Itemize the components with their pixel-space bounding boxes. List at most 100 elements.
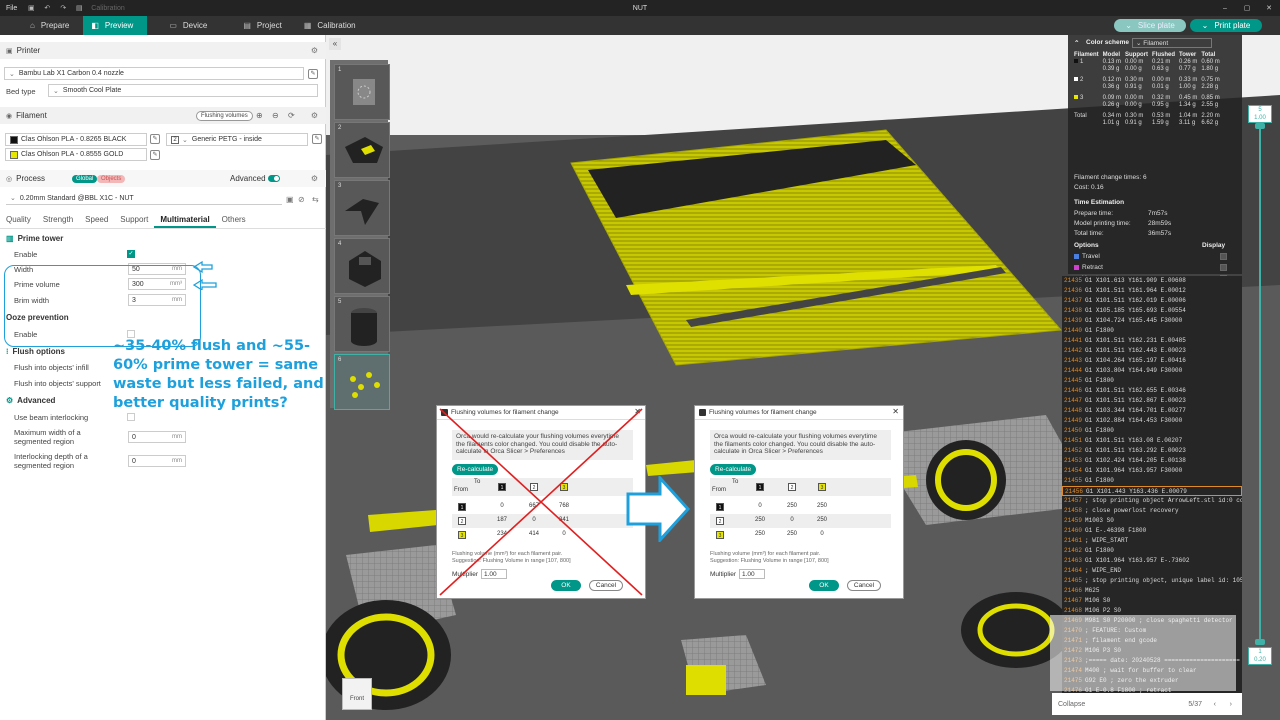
collapse-legend-icon[interactable]: ⌃ <box>1074 39 1079 47</box>
tab-quality[interactable]: Quality <box>0 213 37 228</box>
flush-volume-cell[interactable]: 250 <box>750 531 770 537</box>
tab-project[interactable]: ▤ Project <box>235 16 295 35</box>
prev-icon[interactable]: ‹ <box>1214 701 1216 708</box>
3d-viewport[interactable]: « 1 2 3 4 5 6 ⌃ Color scheme ⌄ Filament … <box>326 35 1280 720</box>
filament-usage-row: 2 0.12 m 0.36 g 0.30 m 0.91 g 0.00 m 0.01 g 0.3… <box>1072 77 1222 91</box>
collapse-sidebar-button[interactable]: « <box>329 38 341 50</box>
layer-slider[interactable]: 5 1.00 1 0.20 <box>1246 105 1276 665</box>
file-menu[interactable]: File <box>0 5 23 12</box>
tab-support[interactable]: Support <box>114 213 154 228</box>
compare-icon[interactable]: ⇆ <box>312 195 319 204</box>
filament-change-times: Filament change times: 6 <box>1074 174 1147 181</box>
printer-select[interactable]: ⌄ Bambu Lab X1 Carbon 0.4 nozzle <box>4 67 304 80</box>
legend-option[interactable]: Travel <box>1074 253 1234 260</box>
save-icon[interactable]: ▣ <box>23 4 39 12</box>
red-cross-mark <box>439 408 643 596</box>
tab-multimaterial[interactable]: Multimaterial <box>154 213 216 228</box>
collapse-button[interactable]: Collapse <box>1058 701 1085 708</box>
bed-type-select[interactable]: ⌄ Smooth Cool Plate <box>48 84 318 97</box>
calibration-small-icon[interactable]: ▤ <box>71 4 87 12</box>
flush-volume-cell[interactable]: 0 <box>782 517 802 523</box>
slice-plate-button[interactable]: ⌄ Slice plate <box>1114 19 1186 32</box>
undo-icon[interactable]: ↶ <box>39 4 55 12</box>
object-thumb[interactable]: 1 <box>334 64 390 120</box>
minimize-icon[interactable]: – <box>1214 5 1236 12</box>
flush-volume-cell[interactable]: 250 <box>812 517 832 523</box>
edit-icon[interactable]: ✎ <box>150 134 160 144</box>
color-scheme-select[interactable]: ⌄ Filament <box>1132 38 1212 48</box>
process-preset-select[interactable]: ⌄ 0.20mm Standard @BBL X1C - NUT <box>6 192 282 205</box>
line-number: 21443 <box>1064 357 1083 364</box>
object-thumb[interactable]: 4 <box>334 238 390 294</box>
line-number: 21461 <box>1064 537 1083 544</box>
delete-preset-icon[interactable]: ⊘ <box>298 195 305 204</box>
close-icon[interactable]: ✕ <box>1258 4 1280 12</box>
close-icon[interactable]: ✕ <box>892 407 899 416</box>
slider-top-handle[interactable] <box>1255 123 1265 129</box>
object-thumb[interactable]: 5 <box>334 296 390 352</box>
legend-option[interactable]: Retract <box>1074 264 1234 271</box>
save-preset-icon[interactable]: ▣ <box>286 195 294 204</box>
option-visibility-checkbox[interactable] <box>1220 264 1227 271</box>
remove-filament-icon[interactable]: ⊖ <box>272 111 279 120</box>
filament-slot-3[interactable]: Clas Ohlson PLA - 0.8555 GOLD <box>5 148 147 161</box>
advanced-toggle[interactable] <box>268 175 280 182</box>
calibration-menu[interactable]: Calibration <box>91 5 124 12</box>
redo-icon[interactable]: ↷ <box>55 4 71 12</box>
filament-number-box: 2 <box>716 517 724 525</box>
cancel-button[interactable]: Cancel <box>847 580 881 591</box>
settings-icon[interactable]: ⚙ <box>311 174 318 183</box>
add-filament-icon[interactable]: ⊕ <box>256 111 263 120</box>
global-toggle[interactable]: Global <box>72 174 98 183</box>
maximize-icon[interactable]: ▢ <box>1236 4 1258 12</box>
line-number: 21441 <box>1064 337 1083 344</box>
tab-others[interactable]: Others <box>216 213 252 228</box>
option-visibility-checkbox[interactable] <box>1220 253 1227 260</box>
gcode-line: 21456 G1 X101.443 Y163.436 E.00079 <box>1062 486 1242 496</box>
sync-icon[interactable]: ⟳ <box>288 111 295 120</box>
object-thumb[interactable]: 3 <box>334 180 390 236</box>
dropdown-icon: ⌄ <box>1125 21 1132 30</box>
object-thumb-selected[interactable]: 6 <box>334 354 390 410</box>
tab-prepare[interactable]: ⌂ Prepare <box>22 16 83 35</box>
usage-cell: 0.21 m 0.63 g <box>1150 59 1177 73</box>
filament-slot-2[interactable]: 2 ⌄ Generic PETG - inside <box>166 133 308 146</box>
flush-volume-cell[interactable]: 0 <box>812 531 832 537</box>
model-time-label: Model printing time: <box>1074 220 1131 227</box>
usage-cell: 0.00 m 0.00 g <box>1123 95 1150 109</box>
prime-tower-enable-checkbox[interactable]: ✓ <box>127 250 135 258</box>
interlock-depth-input[interactable]: 0 mm <box>128 455 186 467</box>
edit-icon[interactable]: ✎ <box>308 69 318 79</box>
recalculate-button[interactable]: Re-calculate <box>710 464 757 475</box>
flush-volume-cell[interactable]: 250 <box>782 503 802 509</box>
filament-slot-1[interactable]: Clas Ohlson PLA - 0.8265 BLACK <box>5 133 147 146</box>
print-plate-button[interactable]: ⌄ Print plate <box>1190 19 1262 32</box>
flush-volume-cell[interactable]: 250 <box>812 503 832 509</box>
multiplier-row: Multiplier 1.00 <box>710 569 766 579</box>
next-icon[interactable]: › <box>1230 701 1232 708</box>
settings-icon[interactable]: ⚙ <box>311 46 318 55</box>
flush-volume-cell[interactable]: 250 <box>750 517 770 523</box>
ok-button[interactable]: OK <box>809 580 839 591</box>
flush-volume-cell[interactable]: 0 <box>750 503 770 509</box>
tab-calibration[interactable]: ▦ Calibration <box>296 16 370 35</box>
gcode-line: 21453 G1 X102.424 Y164.205 E.00138 <box>1062 456 1242 466</box>
flush-volume-cell[interactable]: 250 <box>782 531 802 537</box>
multiplier-input[interactable]: 1.00 <box>739 569 766 579</box>
tab-device[interactable]: ▭ Device <box>161 16 221 35</box>
objects-toggle[interactable]: Objects <box>97 174 126 183</box>
tab-preview[interactable]: ◧ Preview <box>83 16 148 35</box>
edit-icon[interactable]: ✎ <box>312 134 322 144</box>
filament-id: 3 <box>1080 95 1084 101</box>
settings-icon[interactable]: ⚙ <box>311 111 318 120</box>
filament-number-box: 3 <box>818 483 826 491</box>
max-width-input[interactable]: 0 mm <box>128 431 186 443</box>
view-cube[interactable]: Front <box>342 678 372 710</box>
edit-icon[interactable]: ✎ <box>150 150 160 160</box>
flushing-volumes-button[interactable]: Flushing volumes <box>196 110 253 121</box>
slider-bottom-handle[interactable] <box>1255 639 1265 645</box>
tab-strength[interactable]: Strength <box>37 213 79 228</box>
beam-interlocking-checkbox[interactable] <box>127 413 135 421</box>
tab-speed[interactable]: Speed <box>79 213 114 228</box>
object-thumb[interactable]: 2 <box>334 122 390 178</box>
